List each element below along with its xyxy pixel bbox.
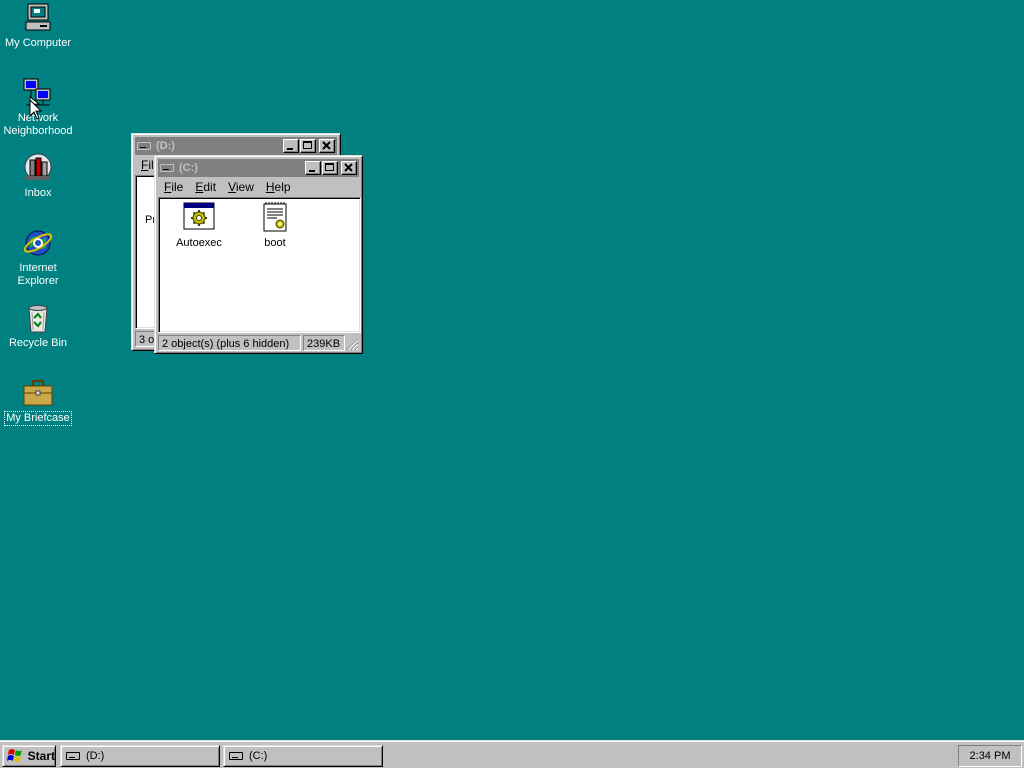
minimize-icon bbox=[309, 170, 315, 172]
start-button[interactable]: Start bbox=[2, 745, 56, 767]
maximize-button[interactable] bbox=[322, 161, 338, 175]
start-label: Start bbox=[27, 749, 55, 763]
file-item-autoexec[interactable]: Autoexec bbox=[164, 201, 234, 249]
maximize-icon bbox=[303, 141, 312, 149]
desktop-icon-label: Internet Explorer bbox=[17, 262, 59, 287]
resize-grip[interactable] bbox=[345, 335, 359, 351]
internet-explorer-icon bbox=[22, 227, 54, 259]
desktop-icon-label: My Computer bbox=[4, 37, 72, 49]
close-icon bbox=[344, 163, 353, 172]
window-c-statusbar: 2 object(s) (plus 6 hidden) 239KB bbox=[158, 335, 359, 351]
minimize-button[interactable] bbox=[305, 161, 321, 175]
window-d-title: (D:) bbox=[156, 140, 175, 152]
minimize-button[interactable] bbox=[283, 139, 299, 153]
system-tray-clock[interactable]: 2:34 PM bbox=[958, 745, 1022, 767]
batch-file-icon bbox=[183, 201, 215, 233]
file-item-boot[interactable]: boot bbox=[240, 201, 310, 249]
window-c-title: (C:) bbox=[179, 162, 198, 174]
menu-file[interactable]: File bbox=[158, 180, 189, 194]
resize-grip-icon bbox=[346, 338, 359, 351]
taskbar-button-d[interactable]: (D:) bbox=[60, 745, 220, 767]
file-item-label: boot bbox=[264, 237, 286, 249]
briefcase-icon bbox=[22, 377, 54, 409]
drive-icon bbox=[229, 752, 243, 760]
desktop-icon-label: Recycle Bin bbox=[8, 337, 68, 349]
clock: 2:34 PM bbox=[969, 750, 1011, 762]
menu-help[interactable]: Help bbox=[260, 180, 297, 194]
file-item-label: Autoexec bbox=[176, 237, 222, 249]
desktop-icon-inbox[interactable]: Inbox bbox=[0, 152, 76, 200]
taskbar-button-c[interactable]: (C:) bbox=[223, 745, 383, 767]
maximize-button[interactable] bbox=[300, 139, 316, 153]
drive-icon bbox=[160, 161, 176, 175]
inbox-icon bbox=[22, 152, 54, 184]
window-c-content[interactable]: Autoexec boot bbox=[158, 197, 361, 333]
my-computer-icon bbox=[22, 2, 54, 34]
desktop-icon-recycle-bin[interactable]: Recycle Bin bbox=[0, 302, 76, 350]
text-document-icon bbox=[259, 201, 291, 233]
window-c-status-objects: 2 object(s) (plus 6 hidden) bbox=[158, 335, 301, 351]
maximize-icon bbox=[325, 163, 334, 171]
desktop-icon-my-computer[interactable]: My Computer bbox=[0, 2, 76, 50]
drive-icon bbox=[66, 752, 80, 760]
mouse-cursor-icon bbox=[29, 99, 43, 120]
desktop-icon-label: Inbox bbox=[24, 187, 52, 199]
window-c-menubar: File Edit View Help bbox=[158, 178, 359, 196]
desktop-icon-my-briefcase[interactable]: My Briefcase bbox=[0, 377, 76, 426]
window-c-titlebar[interactable]: (C:) bbox=[158, 159, 359, 177]
desktop-icon-label: My Briefcase bbox=[4, 411, 72, 426]
desktop-icon-internet-explorer[interactable]: Internet Explorer bbox=[0, 227, 76, 288]
window-c-status-size: 239KB bbox=[303, 335, 345, 351]
close-icon bbox=[322, 141, 331, 150]
menu-view[interactable]: View bbox=[222, 180, 260, 194]
taskbar: Start (D:) (C:) 2:34 PM bbox=[0, 740, 1024, 768]
window-drive-c[interactable]: (C:) File Edit View Help Autoexec boot 2… bbox=[154, 155, 363, 354]
taskbar-button-label: (D:) bbox=[86, 750, 105, 762]
windows-logo-icon bbox=[6, 749, 22, 762]
recycle-bin-icon bbox=[22, 302, 54, 334]
close-button[interactable] bbox=[341, 161, 357, 175]
minimize-icon bbox=[287, 148, 293, 150]
taskbar-button-label: (C:) bbox=[249, 750, 268, 762]
drive-icon bbox=[137, 139, 153, 153]
close-button[interactable] bbox=[319, 139, 335, 153]
menu-edit[interactable]: Edit bbox=[189, 180, 222, 194]
window-d-titlebar[interactable]: (D:) bbox=[135, 137, 337, 155]
